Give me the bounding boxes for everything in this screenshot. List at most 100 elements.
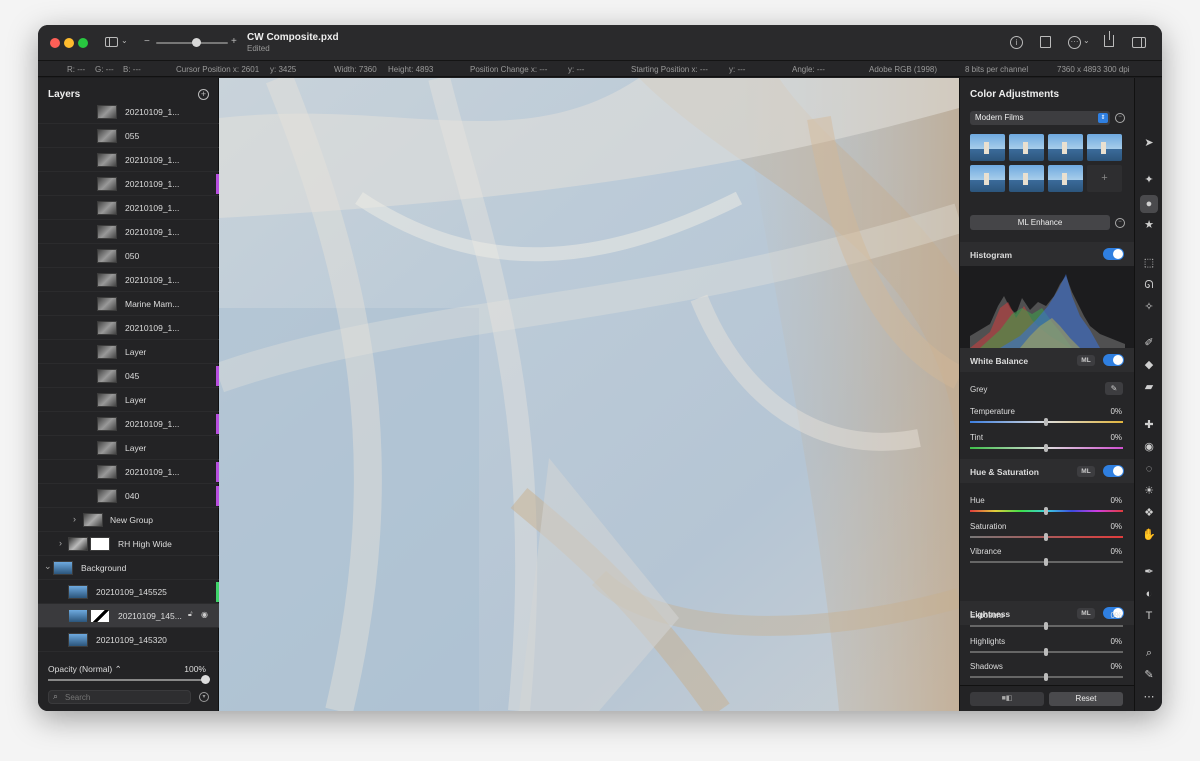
brush-icon[interactable]: ✐ xyxy=(1142,336,1156,350)
zoom-in-icon[interactable]: + xyxy=(231,36,237,47)
slider-knob[interactable] xyxy=(1044,532,1048,541)
preset-thumb[interactable] xyxy=(1009,134,1044,161)
ml-badge[interactable]: ML xyxy=(1077,608,1095,619)
layer-search-field[interactable]: ⌕ xyxy=(48,690,191,704)
zoom-out-icon[interactable]: − xyxy=(144,36,150,47)
slider-track[interactable] xyxy=(970,558,1123,566)
preset-thumb[interactable] xyxy=(970,165,1005,192)
layer-row[interactable]: Marine Mam... xyxy=(38,292,219,316)
ml-enhance-button[interactable]: ML Enhance xyxy=(970,215,1110,230)
bucket-icon[interactable]: ◆ xyxy=(1142,358,1156,372)
color-adjust-tool-icon[interactable]: ● xyxy=(1140,195,1158,213)
add-preset-icon[interactable]: + xyxy=(1087,165,1122,192)
slider-track[interactable] xyxy=(970,418,1123,426)
shape-icon[interactable]: ◐ xyxy=(1142,587,1156,601)
chevron-down-icon[interactable]: ⌄ xyxy=(1083,36,1090,45)
share-icon[interactable] xyxy=(1104,31,1114,47)
favorites-tool-icon[interactable]: ★ xyxy=(1142,218,1156,232)
blur-icon[interactable]: ◌ xyxy=(1142,462,1156,476)
reset-button[interactable]: Reset xyxy=(1049,692,1123,706)
slider-knob[interactable] xyxy=(1044,622,1048,630)
slider-knob[interactable] xyxy=(1044,418,1048,426)
slider-track[interactable] xyxy=(970,647,1123,656)
preset-thumb[interactable] xyxy=(1048,165,1083,192)
eraser-icon[interactable]: ▰ xyxy=(1142,380,1156,394)
color-picker-icon[interactable]: ✎ xyxy=(1142,668,1156,682)
layer-group-row[interactable]: ⌄ Background xyxy=(38,556,219,580)
slider-track[interactable] xyxy=(970,443,1123,452)
zoom-slider[interactable] xyxy=(156,38,228,47)
eye-icon[interactable]: ◉ xyxy=(201,610,208,619)
preset-select[interactable]: Modern Films ⇕ xyxy=(970,111,1110,125)
more-tools-icon[interactable]: ⋯ xyxy=(1142,690,1156,704)
layer-row[interactable]: 20210109_1... xyxy=(38,316,219,340)
layer-row[interactable]: 055 xyxy=(38,124,219,148)
layer-row[interactable]: 20210109_1... xyxy=(38,148,219,172)
minimize-button[interactable] xyxy=(64,38,74,48)
layer-row[interactable]: 20210109_1... xyxy=(38,412,219,436)
opacity-label[interactable]: Opacity (Normal) ⌃ xyxy=(48,664,122,675)
crop-icon[interactable] xyxy=(1040,36,1051,48)
ml-enhance-options-icon[interactable]: − xyxy=(1115,218,1125,228)
layer-row[interactable]: 20210109_1... xyxy=(38,172,219,196)
layer-row[interactable]: 20210109_1... xyxy=(38,268,219,292)
layer-row[interactable]: 20210109_145525 xyxy=(38,580,219,604)
layer-row[interactable]: 20210109_1... xyxy=(38,220,219,244)
slider-track[interactable] xyxy=(970,622,1123,630)
lock-icon[interactable]: 🔓︎ xyxy=(188,611,193,619)
pen-icon[interactable]: ✒ xyxy=(1142,565,1156,579)
layer-row[interactable]: 20210109_1... xyxy=(38,100,219,124)
zoom-slider-knob[interactable] xyxy=(192,38,201,47)
lasso-icon[interactable]: ᘏ xyxy=(1142,278,1156,292)
layer-row[interactable]: 045 xyxy=(38,364,219,388)
clone-icon[interactable]: ◉ xyxy=(1142,440,1156,454)
layer-row[interactable]: 050 xyxy=(38,244,219,268)
histogram-toggle[interactable] xyxy=(1103,248,1124,260)
slider-track[interactable] xyxy=(970,507,1123,515)
chevron-down-icon[interactable]: ⌄ xyxy=(44,561,52,572)
layer-row[interactable]: 040 xyxy=(38,484,219,508)
ml-badge[interactable]: ML xyxy=(1077,466,1095,477)
preset-thumb[interactable] xyxy=(970,134,1005,161)
slider-knob[interactable] xyxy=(1044,673,1048,681)
style-tool-icon[interactable]: ✦ xyxy=(1142,173,1156,187)
sponge-icon[interactable]: ❖ xyxy=(1142,506,1156,520)
ml-badge[interactable]: ML xyxy=(1077,355,1095,366)
opacity-slider[interactable] xyxy=(48,675,210,684)
layer-row[interactable]: 20210109_145320 xyxy=(38,628,219,652)
layer-row[interactable]: Layer xyxy=(38,436,219,460)
type-icon[interactable]: T xyxy=(1142,609,1156,623)
slider-track[interactable] xyxy=(970,532,1123,541)
preset-thumb[interactable] xyxy=(1087,134,1122,161)
preset-thumb[interactable] xyxy=(1009,165,1044,192)
slider-knob[interactable] xyxy=(1044,443,1048,452)
layer-row[interactable]: 20210109_145... 🔓︎ ◉ xyxy=(38,604,219,628)
smudge-icon[interactable]: ✋ xyxy=(1142,528,1156,542)
preset-thumb[interactable] xyxy=(1048,134,1083,161)
inspector-toggle-icon[interactable] xyxy=(1132,37,1146,48)
image-canvas[interactable] xyxy=(219,78,959,711)
chevron-right-icon[interactable]: › xyxy=(73,514,76,524)
chevron-right-icon[interactable]: › xyxy=(59,538,62,548)
opacity-knob[interactable] xyxy=(201,675,210,684)
repair-icon[interactable]: ✚ xyxy=(1142,418,1156,432)
eyedropper-icon[interactable]: ✎ xyxy=(1105,382,1123,395)
magic-wand-icon[interactable]: ✧ xyxy=(1142,300,1156,314)
chevron-down-icon[interactable]: ⌄ xyxy=(121,36,128,45)
arrow-tool-icon[interactable]: ➤ xyxy=(1142,136,1156,150)
sidebar-toggle-icon[interactable] xyxy=(105,37,118,47)
layer-group-row[interactable]: › New Group xyxy=(38,508,219,532)
info-icon[interactable]: i xyxy=(1010,36,1023,49)
rect-select-icon[interactable]: ⬚ xyxy=(1142,256,1156,270)
layer-row[interactable]: 20210109_1... xyxy=(38,460,219,484)
compare-button[interactable]: ■◧ xyxy=(970,692,1044,706)
white-balance-toggle[interactable] xyxy=(1103,354,1124,366)
search-input[interactable] xyxy=(65,692,185,703)
close-button[interactable] xyxy=(50,38,60,48)
slider-knob[interactable] xyxy=(1044,558,1048,566)
slider-knob[interactable] xyxy=(1044,647,1048,656)
add-layer-icon[interactable]: + xyxy=(198,89,209,100)
hue-saturation-toggle[interactable] xyxy=(1103,465,1124,477)
slider-knob[interactable] xyxy=(1044,507,1048,515)
more-icon[interactable]: ··· xyxy=(1068,36,1081,49)
